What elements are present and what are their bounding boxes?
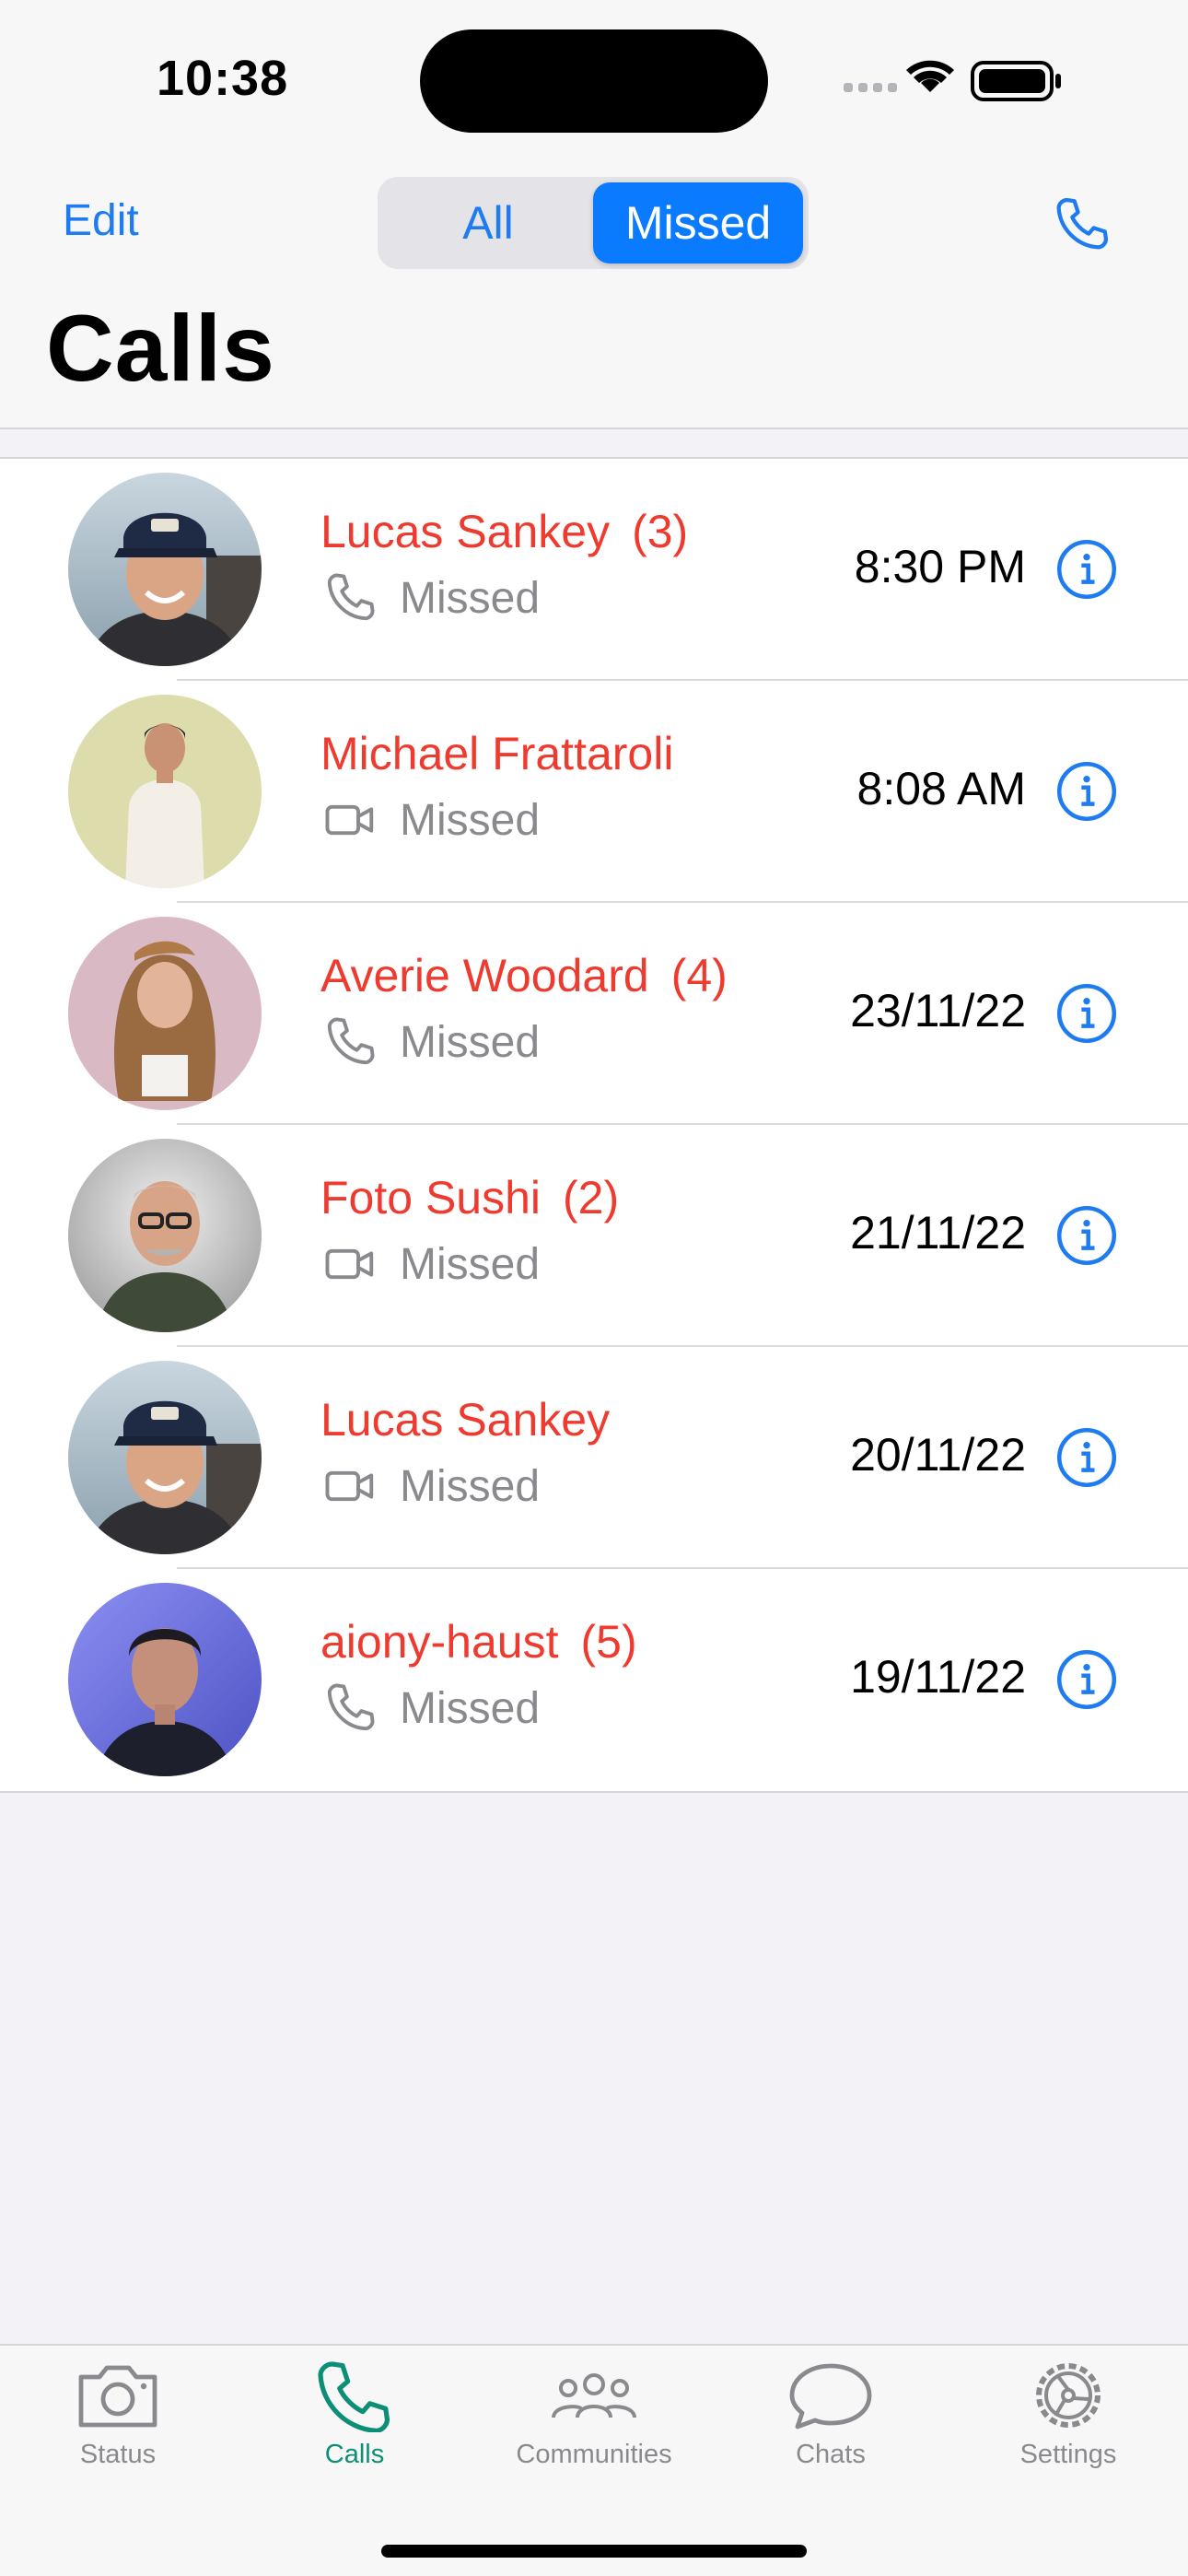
status-bar: 10:38 xyxy=(0,0,1188,157)
info-icon[interactable] xyxy=(1055,538,1118,601)
caller-name-line: Averie Woodard (4) xyxy=(320,949,728,1002)
call-time: 21/11/22 xyxy=(850,1207,1026,1259)
call-row[interactable]: aiony-haust (5) Missed 19/11/22 xyxy=(0,1569,1188,1791)
signal-icon xyxy=(844,83,897,92)
tab-label: Communities xyxy=(516,2440,672,2469)
avatar[interactable] xyxy=(68,917,262,1110)
call-status: Missed xyxy=(400,1461,541,1511)
tab-label: Settings xyxy=(1019,2440,1117,2469)
caller-name-line: aiony-haust (5) xyxy=(320,1615,637,1669)
people-icon xyxy=(552,2373,636,2418)
tab-status[interactable]: Status xyxy=(17,2359,219,2470)
caller-name-line: Foto Sushi (2) xyxy=(320,1171,619,1224)
call-type-line: Missed xyxy=(320,1458,540,1515)
avatar[interactable] xyxy=(68,1139,262,1332)
tab-label: Calls xyxy=(324,2440,385,2469)
tab-communities[interactable]: Communities xyxy=(493,2359,695,2470)
clock: 10:38 xyxy=(157,51,289,106)
segment-all[interactable]: All xyxy=(383,182,593,263)
call-row[interactable]: Lucas Sankey (3) Missed 8:30 PM xyxy=(0,459,1188,681)
tab-calls[interactable]: Calls xyxy=(253,2359,456,2470)
call-status: Missed xyxy=(400,795,541,845)
call-type-line: Missed xyxy=(320,569,540,626)
call-count: (5) xyxy=(580,1616,637,1668)
call-count: (4) xyxy=(670,950,728,1001)
caller-name: Averie Woodard xyxy=(320,950,649,1001)
caller-name-line: Lucas Sankey xyxy=(320,1393,632,1446)
tab-bar: Status Calls Communities Chats Settings xyxy=(0,2344,1188,2576)
call-status: Missed xyxy=(400,1683,541,1733)
phone-icon xyxy=(327,1683,375,1731)
call-row[interactable]: Lucas Sankey Missed 20/11/22 xyxy=(0,1347,1188,1569)
call-status: Missed xyxy=(400,1017,541,1067)
camera-icon xyxy=(78,2365,157,2428)
video-icon xyxy=(325,1248,374,1280)
gear-icon xyxy=(1036,2363,1101,2428)
call-filter-segmented-control: All Missed xyxy=(378,177,809,269)
tab-chats[interactable]: Chats xyxy=(729,2359,932,2470)
call-type-line: Missed xyxy=(320,1680,540,1737)
call-type-line: Missed xyxy=(320,1235,540,1293)
caller-name-line: Michael Frattaroli xyxy=(320,727,695,780)
call-count: (3) xyxy=(632,506,689,557)
caller-name: Lucas Sankey xyxy=(320,506,611,557)
segment-missed[interactable]: Missed xyxy=(593,182,803,263)
avatar[interactable] xyxy=(68,1583,262,1776)
status-icons xyxy=(844,60,1061,101)
navigation-bar: Edit All Missed Calls xyxy=(0,157,1188,429)
phone-icon xyxy=(327,1017,375,1065)
call-count: (2) xyxy=(563,1172,620,1224)
caller-name: aiony-haust xyxy=(320,1616,559,1668)
info-icon[interactable] xyxy=(1055,760,1118,823)
call-row[interactable]: Foto Sushi (2) Missed 21/11/22 xyxy=(0,1125,1188,1347)
avatar[interactable] xyxy=(68,695,262,888)
tab-label: Chats xyxy=(796,2440,866,2469)
avatar[interactable] xyxy=(68,473,262,666)
wifi-icon xyxy=(906,60,954,92)
battery-icon xyxy=(971,61,1061,101)
call-time: 19/11/22 xyxy=(850,1651,1026,1703)
tab-settings[interactable]: Settings xyxy=(967,2359,1170,2470)
home-indicator[interactable] xyxy=(381,2545,807,2558)
video-icon xyxy=(325,1470,374,1502)
edit-button[interactable]: Edit xyxy=(63,195,139,246)
call-status: Missed xyxy=(400,1239,541,1289)
new-call-icon[interactable] xyxy=(1050,193,1112,256)
caller-name: Lucas Sankey xyxy=(320,1394,611,1446)
phone-icon xyxy=(327,573,375,621)
phone-icon xyxy=(318,2361,390,2432)
video-icon xyxy=(325,804,374,836)
call-time: 8:08 AM xyxy=(856,763,1026,814)
avatar[interactable] xyxy=(68,1361,262,1554)
info-icon[interactable] xyxy=(1055,1426,1118,1489)
call-row[interactable]: Averie Woodard (4) Missed 23/11/22 xyxy=(0,903,1188,1125)
call-time: 23/11/22 xyxy=(850,985,1026,1036)
tab-label: Status xyxy=(79,2440,157,2469)
caller-name: Michael Frattaroli xyxy=(320,728,674,779)
calls-list: Lucas Sankey (3) Missed 8:30 PM Michael F… xyxy=(0,457,1188,1793)
call-type-line: Missed xyxy=(320,791,540,849)
caller-name: Foto Sushi xyxy=(320,1172,542,1224)
chat-bubble-icon xyxy=(789,2363,872,2430)
caller-name-line: Lucas Sankey (3) xyxy=(320,505,688,558)
info-icon[interactable] xyxy=(1055,982,1118,1045)
info-icon[interactable] xyxy=(1055,1648,1118,1711)
dynamic-island xyxy=(420,29,768,133)
call-status: Missed xyxy=(400,573,541,623)
call-type-line: Missed xyxy=(320,1013,540,1071)
info-icon[interactable] xyxy=(1055,1204,1118,1267)
page-title: Calls xyxy=(46,296,275,401)
call-row[interactable]: Michael Frattaroli Missed 8:08 AM xyxy=(0,681,1188,903)
call-time: 8:30 PM xyxy=(854,541,1026,592)
call-time: 20/11/22 xyxy=(850,1429,1026,1481)
